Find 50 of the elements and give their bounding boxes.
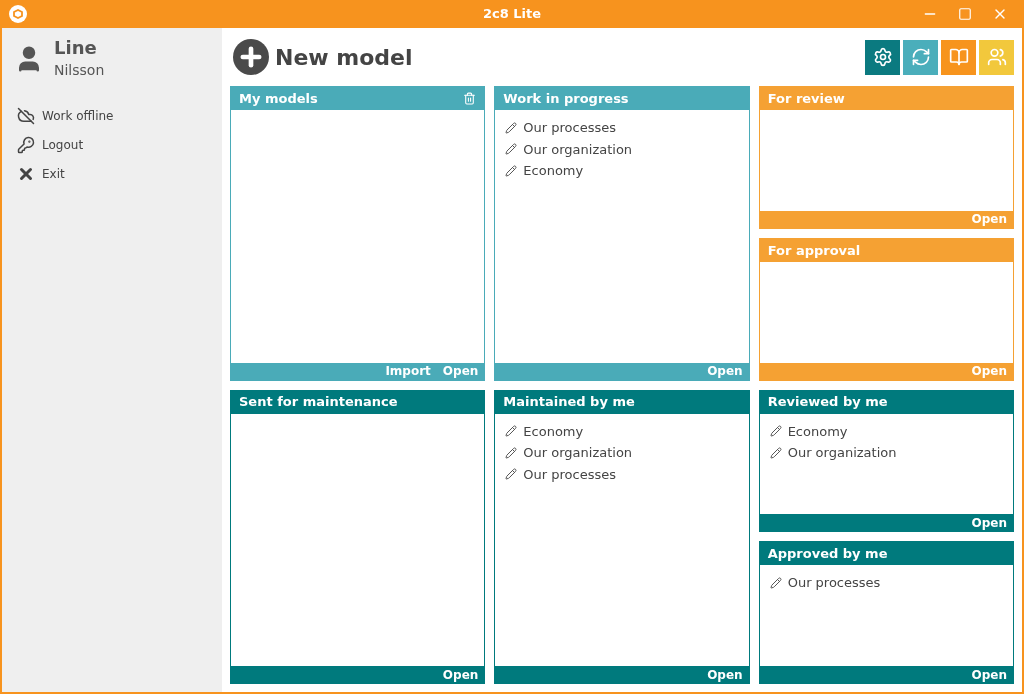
toolbar-button[interactable] [941, 39, 976, 75]
model-item[interactable]: Our processes [523, 118, 616, 138]
pencil-icon [769, 425, 782, 438]
pencil-icon [769, 446, 782, 459]
pencil-icon [505, 468, 518, 481]
sync-icon [910, 47, 931, 67]
sidebar-item[interactable]: Work offline [42, 106, 114, 125]
settings-icon [872, 47, 893, 67]
sidebar-item[interactable]: Logout [42, 135, 84, 154]
new-model-button[interactable]: New model [275, 40, 413, 74]
panel-title: Work in progress [503, 89, 629, 108]
window-title: 2c8 Lite [482, 5, 542, 24]
panel-title: Reviewed by me [767, 393, 888, 412]
cloud-icon [16, 106, 36, 125]
pencil-icon [505, 121, 518, 134]
key-icon [16, 135, 36, 154]
footer-link[interactable]: Open [707, 668, 743, 681]
model-item[interactable]: Economy [523, 161, 584, 181]
model-item[interactable]: Economy [523, 421, 584, 441]
panel-title: Maintained by me [503, 393, 635, 412]
panel-title: Sent for maintenance [239, 393, 398, 412]
pencil-icon [505, 446, 518, 459]
toolbar-button[interactable] [865, 39, 900, 75]
maximize-icon[interactable] [958, 7, 972, 21]
user-last-name: Nilsson [54, 61, 105, 80]
footer-link[interactable]: Open [971, 516, 1007, 529]
model-item[interactable]: Our processes [523, 464, 616, 484]
pencil-icon [769, 577, 782, 589]
panel-title: For review [767, 89, 845, 108]
logo-icon [8, 4, 28, 24]
panel-title: For approval [767, 241, 861, 260]
footer-link[interactable]: Open [442, 668, 479, 681]
model-item[interactable]: Our organization [523, 443, 633, 463]
panel-title: Approved by me [767, 545, 888, 563]
pencil-icon [505, 143, 518, 156]
pencil-icon [505, 425, 518, 438]
model-item[interactable]: Our processes [787, 573, 881, 593]
panel-title: My models [239, 89, 318, 108]
user-first-name: Line [54, 36, 98, 60]
book-icon [948, 47, 969, 67]
users-icon [986, 47, 1007, 67]
model-item[interactable]: Economy [787, 421, 848, 441]
model-item[interactable]: Our organization [523, 139, 633, 159]
toolbar-button[interactable] [903, 39, 938, 75]
trash-icon[interactable] [463, 92, 477, 105]
pencil-icon [505, 164, 518, 177]
footer-link[interactable]: Open [971, 668, 1007, 681]
plus-icon[interactable] [233, 39, 269, 75]
sidebar-item[interactable]: Exit [42, 164, 65, 183]
model-item[interactable]: Our organization [787, 443, 897, 463]
